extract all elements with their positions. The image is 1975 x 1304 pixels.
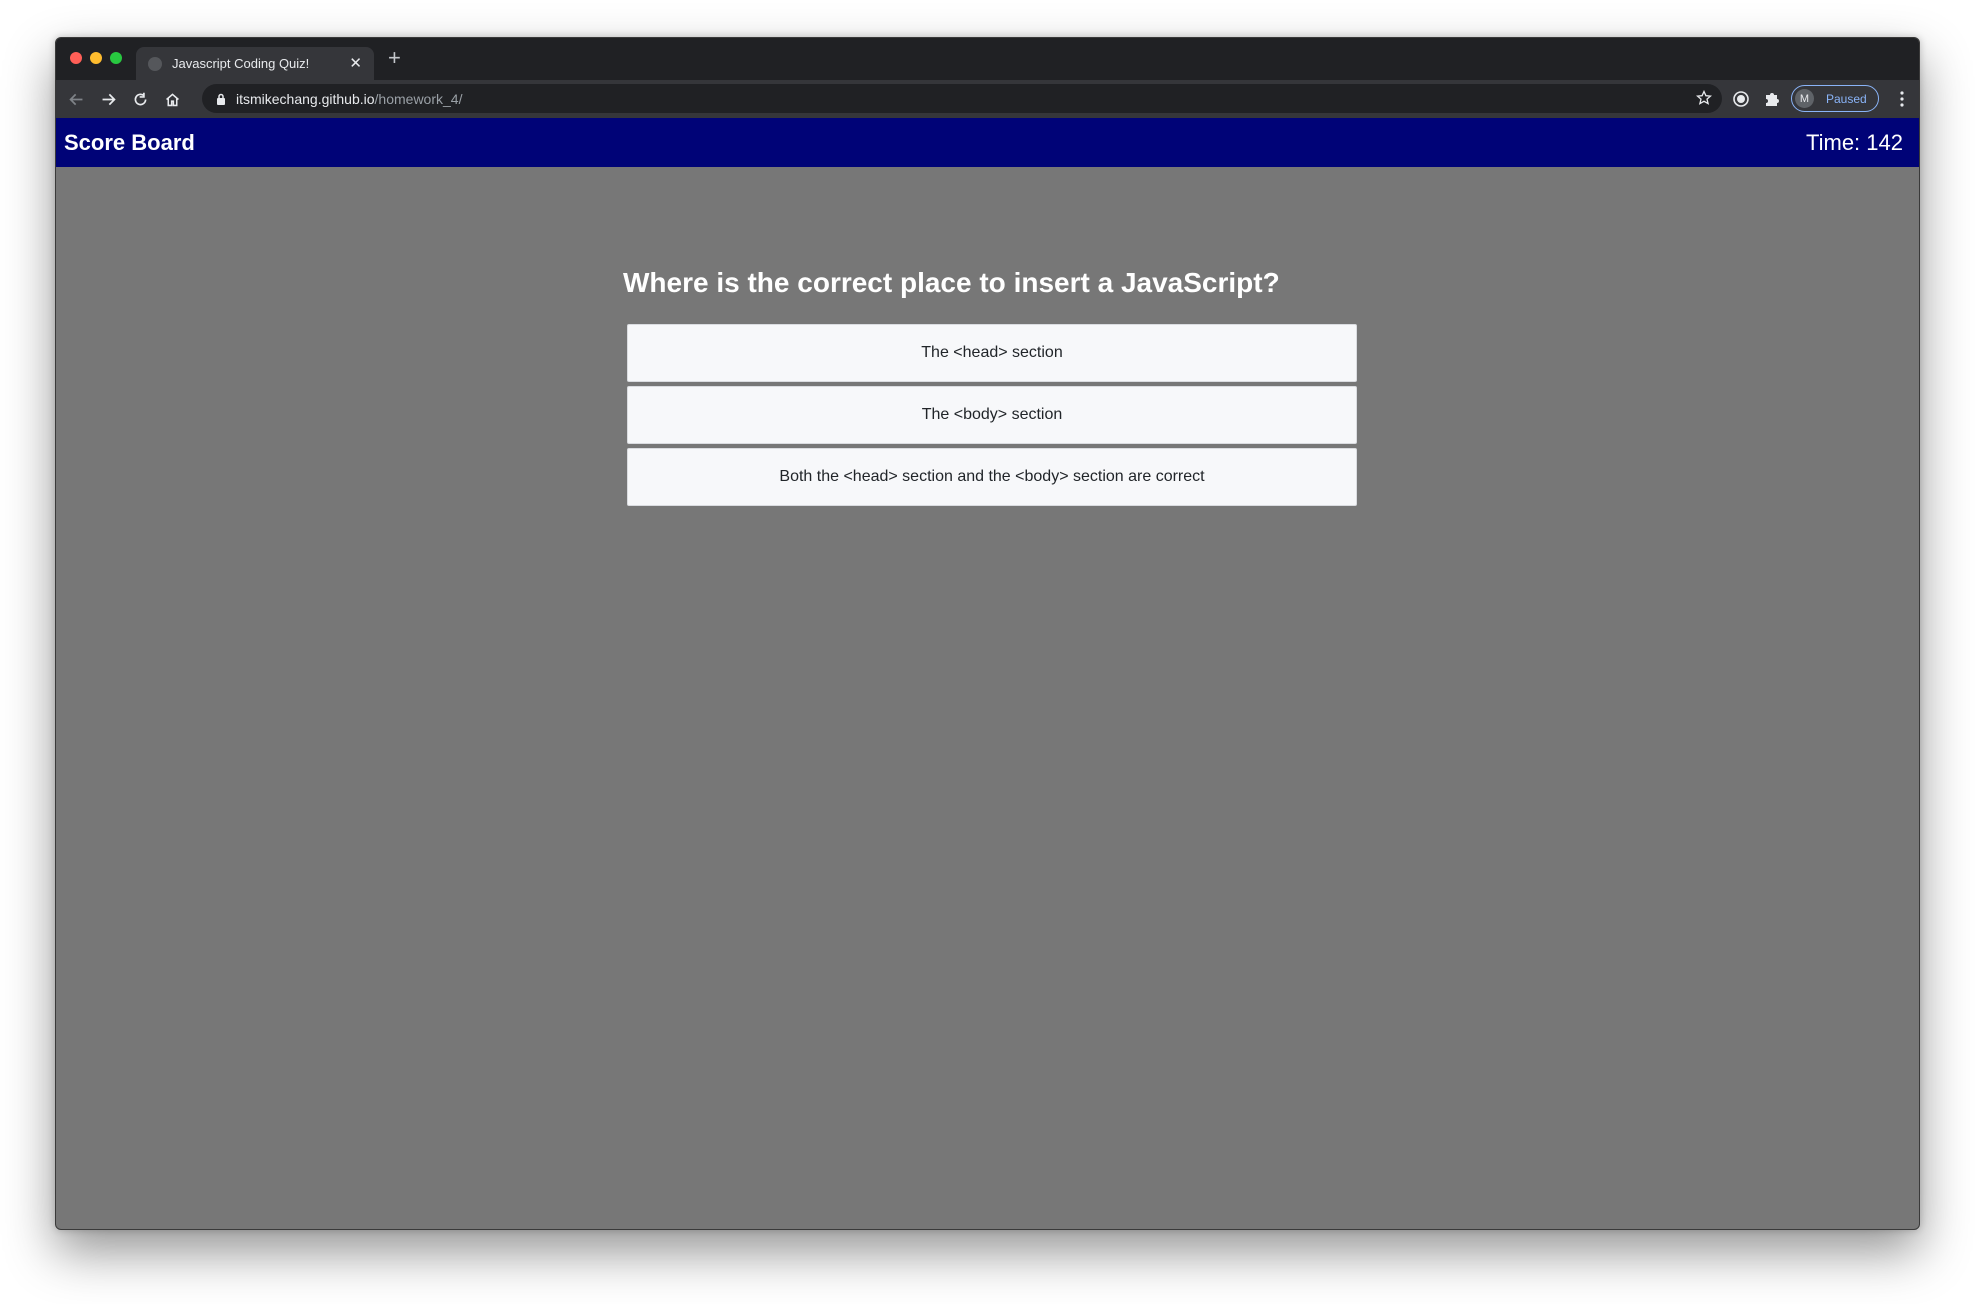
question-text: Where is the correct place to insert a J… (623, 267, 1280, 298)
url-host: itsmikechang.github.io (236, 90, 375, 107)
new-tab-button[interactable]: + (388, 47, 401, 69)
header-bar: Score Board Time: 142 (56, 118, 1919, 167)
avatar: M (1795, 89, 1814, 108)
star-icon[interactable] (1696, 90, 1712, 106)
home-icon[interactable] (162, 89, 182, 109)
timer-display: Time: 142 (1805, 129, 1903, 155)
profile-status: Paused (1826, 91, 1867, 106)
maximize-window-button[interactable] (110, 52, 122, 64)
profile-button[interactable]: M Paused (1791, 85, 1879, 112)
globe-icon (148, 56, 162, 71)
answer-list: The <head> section The <body> section Bo… (627, 324, 1357, 510)
browser-toolbar: itsmikechang.github.io /homework_4/ M Pa… (56, 80, 1919, 118)
browser-tab[interactable]: Javascript Coding Quiz! ✕ (136, 47, 374, 80)
minimize-window-button[interactable] (90, 52, 102, 64)
url-path: /homework_4/ (374, 90, 463, 107)
answer-button[interactable]: Both the <head> section and the <body> s… (627, 448, 1357, 506)
answer-button[interactable]: The <head> section (627, 324, 1357, 382)
score-board-link[interactable]: Score Board (64, 130, 195, 156)
lock-icon (217, 93, 225, 105)
answer-button[interactable]: The <body> section (627, 386, 1357, 444)
extension-icon[interactable] (1732, 90, 1750, 108)
tab-title: Javascript Coding Quiz! (172, 56, 310, 71)
address-bar[interactable]: itsmikechang.github.io /homework_4/ (202, 84, 1722, 113)
close-window-button[interactable] (70, 52, 82, 64)
tab-close-icon[interactable]: ✕ (349, 56, 362, 71)
menu-icon[interactable] (1893, 89, 1911, 109)
title-bar: Javascript Coding Quiz! ✕ + (56, 38, 1919, 80)
browser-window: Javascript Coding Quiz! ✕ + itsmikechang… (55, 37, 1920, 1230)
back-icon[interactable] (66, 89, 86, 109)
forward-icon[interactable] (98, 89, 118, 109)
reload-icon[interactable] (130, 89, 150, 109)
puzzle-icon[interactable] (1763, 90, 1781, 108)
